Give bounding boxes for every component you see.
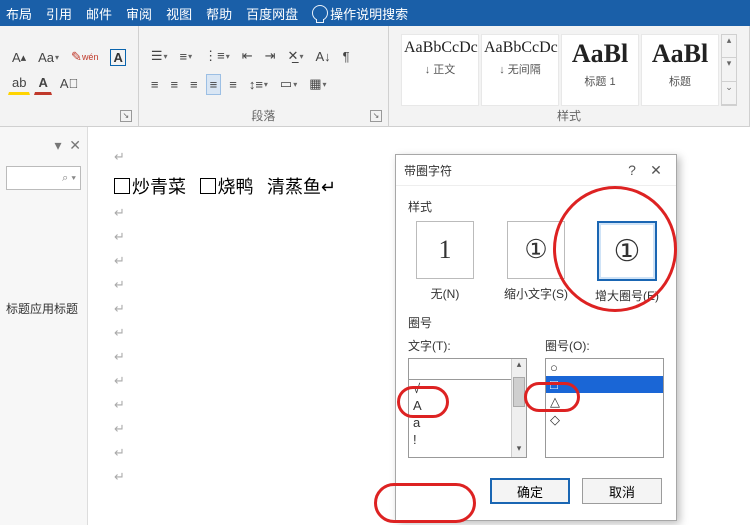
- enclose-characters-button[interactable]: A⃝: [56, 73, 82, 94]
- text-item[interactable]: A: [409, 397, 511, 414]
- dialog-help-button[interactable]: ?: [620, 162, 644, 178]
- ring-listbox[interactable]: ○ □ △ ◇: [545, 358, 664, 458]
- ring-section-label: 圈号: [408, 314, 664, 331]
- cancel-button[interactable]: 取消: [582, 478, 662, 504]
- nav-search-input[interactable]: ⌕ ▾: [6, 166, 81, 190]
- enclose-characters-dialog: 带圈字符 ? ✕ 样式 1 无(N) ① 缩小文字(S) ① 增大圈号(E) 圈…: [395, 154, 677, 521]
- font-group-launcher[interactable]: ↘: [120, 110, 132, 122]
- text-scrollbar[interactable]: ▴▾: [511, 359, 526, 457]
- multilevel-list-button[interactable]: ⋮≡▾: [200, 45, 234, 67]
- menu-references[interactable]: 引用: [46, 4, 72, 23]
- distributed-button[interactable]: ≡: [225, 74, 241, 95]
- phonetic-guide-button[interactable]: ✎wén: [67, 46, 102, 68]
- borders-button[interactable]: ▦▾: [305, 73, 330, 95]
- character-border-button[interactable]: A: [106, 46, 129, 69]
- checkbox-icon: [114, 178, 130, 194]
- menu-mailings[interactable]: 邮件: [86, 4, 112, 23]
- ok-button[interactable]: 确定: [490, 478, 570, 504]
- text-field-label: 文字(T):: [408, 337, 527, 354]
- ribbon-group-font: A▴ Aa▾ ✎wén A ab A A⃝ ↘: [0, 26, 139, 126]
- text-input[interactable]: [409, 359, 511, 380]
- menu-layout[interactable]: 布局: [6, 4, 32, 23]
- style-option-shrink[interactable]: ① 缩小文字(S): [501, 221, 571, 304]
- nav-heading-hint: 标题应用标题: [6, 300, 81, 317]
- ring-item[interactable]: △: [546, 393, 663, 411]
- show-marks-button[interactable]: ¶: [339, 46, 354, 67]
- align-left-button[interactable]: ≡: [147, 74, 163, 95]
- ring-item[interactable]: ◇: [546, 411, 663, 429]
- menu-view[interactable]: 视图: [166, 4, 192, 23]
- style-option-none[interactable]: 1 无(N): [410, 221, 480, 304]
- dialog-close-button[interactable]: ✕: [644, 162, 668, 179]
- shading-button[interactable]: ▭▾: [276, 73, 301, 95]
- style-option-enlarge[interactable]: ① 增大圈号(E): [592, 221, 662, 304]
- style-no-spacing[interactable]: AaBbCcDc↓ 无间隔: [481, 34, 559, 106]
- increase-indent-button[interactable]: ⇥: [261, 45, 280, 67]
- text-direction-button[interactable]: ✕̲▾: [284, 45, 308, 67]
- text-item[interactable]: a: [409, 414, 511, 431]
- justify-button[interactable]: ≡: [206, 74, 222, 95]
- paragraph-group-label: 段落: [139, 107, 388, 124]
- navigation-pane: ▾ ✕ ⌕ ▾ 标题应用标题: [0, 127, 88, 525]
- style-heading-1[interactable]: AaBl标题 1: [561, 34, 639, 106]
- style-normal[interactable]: AaBbCcDc↓ 正文: [401, 34, 479, 106]
- ring-field-label: 圈号(O):: [545, 337, 664, 354]
- search-icon: ⌕ ▾: [62, 172, 76, 185]
- dialog-title: 带圈字符: [404, 162, 620, 179]
- style-title[interactable]: AaBl标题: [641, 34, 719, 106]
- ring-item[interactable]: ○: [546, 359, 663, 376]
- ribbon-group-styles: AaBbCcDc↓ 正文 AaBbCcDc↓ 无间隔 AaBl标题 1 AaBl…: [389, 26, 750, 126]
- styles-scroll[interactable]: ▴▾⌄: [721, 34, 737, 106]
- sort-button[interactable]: A↓: [311, 46, 334, 67]
- bullets-button[interactable]: ☰▾: [147, 45, 172, 67]
- styles-group-label: 样式: [389, 107, 749, 124]
- ring-item-selected[interactable]: □: [546, 376, 663, 393]
- text-item[interactable]: !: [409, 431, 511, 448]
- change-case-button[interactable]: Aa▾: [34, 47, 63, 68]
- paragraph-group-launcher[interactable]: ↘: [370, 110, 382, 122]
- nav-dropdown-icon[interactable]: ▾: [54, 137, 61, 153]
- styles-gallery[interactable]: AaBbCcDc↓ 正文 AaBbCcDc↓ 无间隔 AaBl标题 1 AaBl…: [397, 30, 741, 110]
- highlight-button[interactable]: ab: [8, 72, 30, 95]
- checkbox-icon: [200, 178, 216, 194]
- menu-bar: 布局 引用 邮件 审阅 视图 帮助 百度网盘 操作说明搜索: [0, 0, 750, 26]
- menu-help[interactable]: 帮助: [206, 4, 232, 23]
- bulb-icon: [312, 5, 328, 21]
- font-color-button[interactable]: A: [34, 72, 51, 95]
- tell-me[interactable]: 操作说明搜索: [312, 4, 408, 23]
- menu-baidu-netdisk[interactable]: 百度网盘: [246, 4, 298, 23]
- align-right-button[interactable]: ≡: [186, 74, 202, 95]
- style-section-label: 样式: [408, 198, 664, 215]
- numbering-button[interactable]: ≡▾: [176, 46, 197, 67]
- menu-review[interactable]: 审阅: [126, 4, 152, 23]
- line-spacing-button[interactable]: ↕≡▾: [245, 74, 272, 95]
- nav-close-icon[interactable]: ✕: [69, 137, 81, 153]
- decrease-indent-button[interactable]: ⇤: [238, 45, 257, 67]
- ribbon-group-paragraph: ☰▾ ≡▾ ⋮≡▾ ⇤ ⇥ ✕̲▾ A↓ ¶ ≡ ≡ ≡ ≡ ≡ ↕≡▾ ▭▾: [139, 26, 389, 126]
- text-listbox[interactable]: √ A a ! ▴▾: [408, 358, 527, 458]
- text-item[interactable]: √: [409, 380, 511, 397]
- align-center-button[interactable]: ≡: [166, 74, 182, 95]
- ribbon: A▴ Aa▾ ✎wén A ab A A⃝ ↘ ☰▾ ≡▾ ⋮≡▾: [0, 26, 750, 127]
- grow-font-button[interactable]: A▴: [8, 47, 30, 68]
